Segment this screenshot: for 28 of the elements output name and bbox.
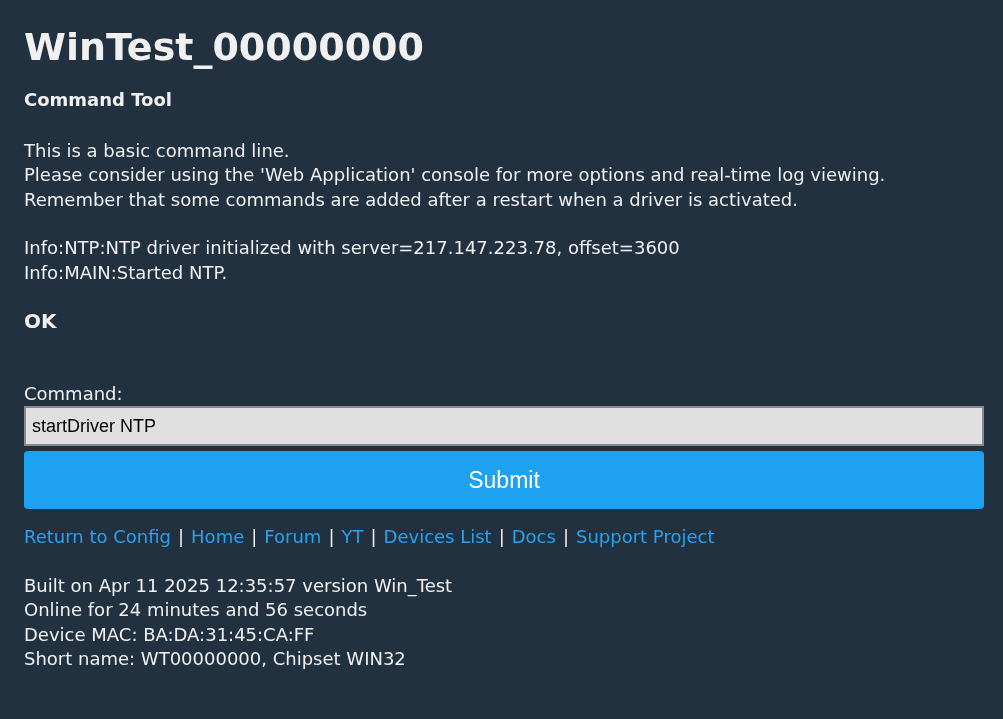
nav-link[interactable]: Support Project bbox=[576, 525, 715, 550]
intro-text: Remember that some commands are added after a restart when a driver is activated. bbox=[24, 187, 798, 212]
page-title: WinTest_00000000 bbox=[24, 24, 424, 71]
link-separator: | bbox=[328, 525, 335, 549]
link-separator: | bbox=[370, 525, 377, 549]
link-separator: | bbox=[498, 525, 505, 549]
command-field[interactable]: startDriver NTP bbox=[24, 406, 984, 446]
nav-link[interactable]: Devices List bbox=[383, 525, 492, 550]
info-line: Online for 24 minutes and 56 seconds bbox=[24, 598, 368, 622]
nav-link[interactable]: Home bbox=[191, 525, 245, 550]
nav-link[interactable]: Return to Config bbox=[24, 525, 171, 550]
log-line: Info:NTP:NTP driver initialized with server=217.147.223.78, offset=3600 bbox=[24, 236, 680, 260]
section-heading: Command Tool bbox=[24, 88, 172, 112]
info-line: Short name: WT00000000, Chipset WIN32 bbox=[24, 647, 406, 671]
info-line: Built on Apr 11 2025 12:35:57 version Win_Test bbox=[24, 573, 453, 598]
result-status: OK bbox=[24, 309, 57, 334]
nav-link[interactable]: YT bbox=[341, 525, 364, 550]
nav-link[interactable]: Docs bbox=[511, 525, 556, 550]
command-label: Command: bbox=[24, 381, 123, 406]
link-separator: | bbox=[251, 525, 258, 549]
info-line: Device MAC: BA:DA:31:45:CA:FF bbox=[24, 622, 315, 647]
log-line: Info:MAIN:Started NTP. bbox=[24, 260, 228, 285]
link-separator: | bbox=[562, 525, 569, 549]
nav-link[interactable]: Forum bbox=[264, 525, 322, 550]
link-separator: | bbox=[178, 525, 185, 549]
submit-button[interactable]: Submit bbox=[24, 451, 984, 509]
intro-text: This is a basic command line. bbox=[24, 138, 290, 163]
intro-text: Please consider using the 'Web Application' console for more options and real-time log viewing. bbox=[24, 163, 886, 187]
